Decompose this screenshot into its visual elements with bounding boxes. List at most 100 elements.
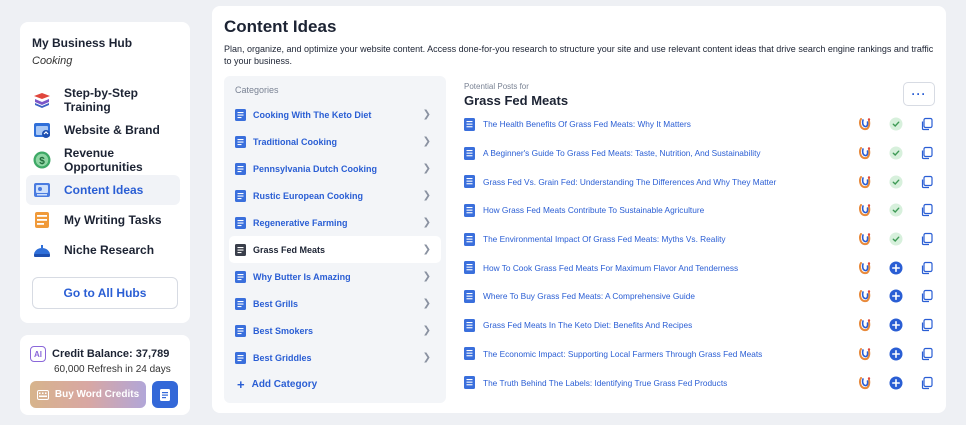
research-icon [32,240,52,260]
check-icon[interactable] [889,232,903,246]
post-actions [858,318,936,332]
document-icon [464,175,475,189]
training-icon [32,90,52,110]
check-icon[interactable] [889,175,903,189]
chevron-right-icon: ❯ [422,136,431,147]
post-title-link[interactable]: How To Cook Grass Fed Meats For Maximum … [483,263,858,273]
nav-item-niche-research[interactable]: Niche Research [26,235,180,265]
copy-icon[interactable] [920,261,934,275]
add-circle-icon[interactable] [889,376,903,390]
document-icon [235,108,246,121]
copy-icon[interactable] [920,232,934,246]
category-label: Rustic European Cooking [253,190,364,201]
document-icon [235,297,246,310]
buy-word-credits-label: Buy Word Credits [54,389,140,400]
check-icon[interactable] [889,117,903,131]
nav-label: Step-by-Step Training [64,86,139,114]
post-title-link[interactable]: The Economic Impact: Supporting Local Fa… [483,349,858,359]
document-icon [235,162,246,175]
nav-item-training[interactable]: Step-by-Step Training [26,85,180,115]
post-row: How Grass Fed Meats Contribute To Sustai… [464,196,936,225]
copy-icon[interactable] [920,146,934,160]
post-title-link[interactable]: How Grass Fed Meats Contribute To Sustai… [483,205,858,215]
ai-writer-icon[interactable] [858,347,872,361]
copy-icon[interactable] [920,203,934,217]
category-label: Best Smokers [253,325,314,336]
tasks-icon [32,210,52,230]
category-item[interactable]: Rustic European Cooking ❯ [229,182,441,209]
post-title-link[interactable]: The Truth Behind The Labels: Identifying… [483,378,858,388]
document-icon [464,146,475,160]
post-row: How To Cook Grass Fed Meats For Maximum … [464,253,936,282]
category-item[interactable]: Pennsylvania Dutch Cooking ❯ [229,155,441,182]
nav-item-writing-tasks[interactable]: My Writing Tasks [26,205,180,235]
post-row: The Truth Behind The Labels: Identifying… [464,368,936,397]
post-title-link[interactable]: Where To Buy Grass Fed Meats: A Comprehe… [483,291,858,301]
keyboard-icon [36,389,49,400]
nav-item-revenue[interactable]: $ Revenue Opportunities [26,145,180,175]
svg-text:$: $ [39,156,45,167]
post-row: Grass Fed Meats In The Keto Diet: Benefi… [464,311,936,340]
post-title-link[interactable]: The Health Benefits Of Grass Fed Meats: … [483,119,858,129]
copy-icon[interactable] [920,117,934,131]
add-circle-icon[interactable] [889,261,903,275]
hub-title: My Business Hub [32,36,133,50]
content-ideas-panel: Content Ideas Plan, organize, and optimi… [212,6,946,413]
category-item[interactable]: Grass Fed Meats ❯ [229,236,441,263]
category-label: Grass Fed Meats [253,244,326,255]
category-item[interactable]: Why Butter Is Amazing ❯ [229,263,441,290]
check-icon[interactable] [889,146,903,160]
post-title-link[interactable]: Grass Fed Vs. Grain Fed: Understanding T… [483,177,858,187]
ai-writer-icon[interactable] [858,289,872,303]
buy-word-credits-button[interactable]: Buy Word Credits [30,381,146,408]
document-icon [160,388,170,401]
nav-label: Niche Research [64,243,155,257]
copy-icon[interactable] [920,175,934,189]
ai-writer-icon[interactable] [858,232,872,246]
category-item[interactable]: Best Smokers ❯ [229,317,441,344]
copy-icon[interactable] [920,318,934,332]
nav-label: Revenue Opportunities [64,146,143,174]
category-item[interactable]: Traditional Cooking ❯ [229,128,441,155]
category-label: Traditional Cooking [253,136,338,147]
category-item[interactable]: Best Griddles ❯ [229,344,441,371]
add-circle-icon[interactable] [889,289,903,303]
page-title: Content Ideas [224,17,337,36]
nav-item-content-ideas[interactable]: Content Ideas [26,175,180,205]
category-item[interactable]: Regenerative Farming ❯ [229,209,441,236]
post-title-link[interactable]: The Environmental Impact Of Grass Fed Me… [483,234,858,244]
ai-writer-icon[interactable] [858,117,872,131]
ai-writer-icon[interactable] [858,146,872,160]
hub-nav: Step-by-Step Training Website & Brand $ … [26,85,180,265]
category-label: Why Butter Is Amazing [253,271,351,282]
post-title-link[interactable]: A Beginner's Guide To Grass Fed Meats: T… [483,148,858,158]
credit-balance: Credit Balance: 37,789 [52,348,170,360]
document-icon [235,135,246,148]
copy-icon[interactable] [920,289,934,303]
category-item[interactable]: Cooking With The Keto Diet ❯ [229,101,441,128]
add-circle-icon[interactable] [889,318,903,332]
document-button[interactable] [152,381,178,408]
nav-item-website[interactable]: Website & Brand [26,115,180,145]
ai-writer-icon[interactable] [858,261,872,275]
ai-writer-icon[interactable] [858,318,872,332]
add-circle-icon[interactable] [889,347,903,361]
copy-icon[interactable] [920,347,934,361]
ai-icon: AI [30,346,46,362]
ai-writer-icon[interactable] [858,376,872,390]
category-item[interactable]: Best Grills ❯ [229,290,441,317]
more-options-button[interactable]: ··· [903,82,935,106]
document-icon [464,117,475,131]
category-label: Regenerative Farming [253,217,348,228]
ai-writer-icon[interactable] [858,203,872,217]
document-icon [464,347,475,361]
check-icon[interactable] [889,203,903,217]
ai-writer-icon[interactable] [858,175,872,189]
go-to-all-hubs-button[interactable]: Go to All Hubs [32,277,178,309]
document-icon [235,351,246,364]
add-category-button[interactable]: + Add Category [229,371,441,397]
post-title-link[interactable]: Grass Fed Meats In The Keto Diet: Benefi… [483,320,858,330]
copy-icon[interactable] [920,376,934,390]
chevron-right-icon: ❯ [422,352,431,363]
hub-subtitle: Cooking [32,55,73,67]
